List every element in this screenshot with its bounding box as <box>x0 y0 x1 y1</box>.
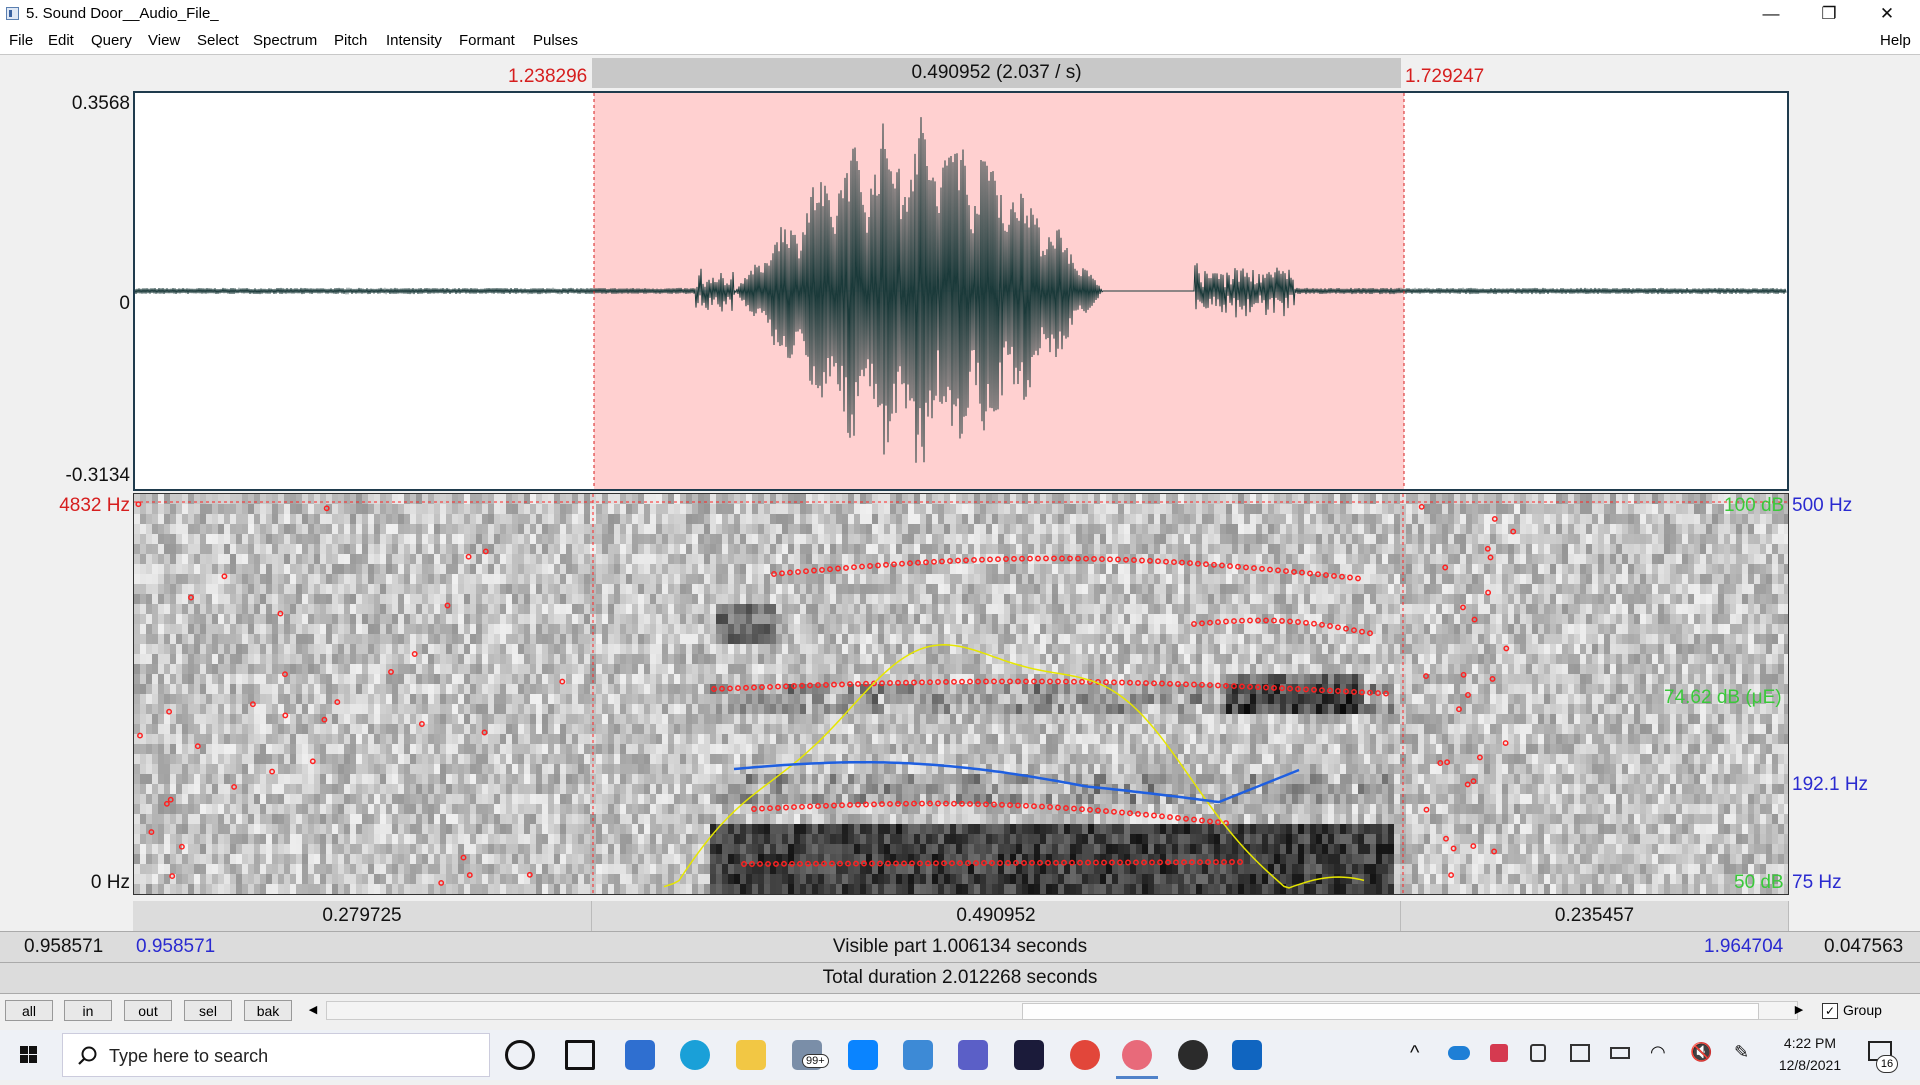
scroll-left-arrow-icon[interactable]: ◀ <box>304 1001 322 1020</box>
minimize-button[interactable]: — <box>1742 0 1800 28</box>
total-duration-label: Total duration 2.012268 seconds <box>0 963 1920 993</box>
cortana-icon[interactable] <box>505 1040 535 1070</box>
menu-formant[interactable]: Formant <box>459 32 515 49</box>
menu-edit[interactable]: Edit <box>48 32 74 49</box>
segment-right-duration[interactable]: 0.235457 <box>1401 901 1789 931</box>
windows-taskbar: Type here to search 99+ ^ ◠ 🔇 ✎ 4:22 PM … <box>0 1030 1920 1080</box>
chrome-icon[interactable] <box>1070 1040 1100 1070</box>
display-icon[interactable] <box>1570 1044 1590 1062</box>
waveform-y-min: -0.3134 <box>40 465 130 487</box>
zoom-back-button[interactable]: bak <box>244 1000 292 1021</box>
pen-icon[interactable]: ✎ <box>1734 1042 1749 1063</box>
intensity-top-label: 100 dB <box>1724 495 1784 517</box>
wifi-icon[interactable]: ◠ <box>1650 1042 1666 1063</box>
tray-time[interactable]: 4:22 PM <box>1770 1035 1850 1051</box>
restore-button[interactable]: ❐ <box>1800 0 1858 28</box>
menu-pitch[interactable]: Pitch <box>334 32 367 49</box>
scroll-right-arrow-icon[interactable]: ▶ <box>1790 1001 1808 1020</box>
menu-bar: File Edit Query View Select Spectrum Pit… <box>0 28 1920 54</box>
waveform-y-zero: 0 <box>40 293 130 315</box>
zoom-sel-button[interactable]: sel <box>184 1000 232 1021</box>
zoom-in-button[interactable]: in <box>64 1000 112 1021</box>
start-button[interactable] <box>0 1030 56 1080</box>
praat-icon[interactable] <box>1122 1040 1152 1070</box>
menu-file[interactable]: File <box>9 32 33 49</box>
dropbox-icon[interactable] <box>1490 1044 1508 1062</box>
visible-outer-right: 0.047563 <box>1824 932 1903 962</box>
spectrogram-graph <box>134 494 1788 894</box>
selection-start-time: 1.238296 <box>508 66 587 88</box>
outlook-icon[interactable] <box>1232 1040 1262 1070</box>
visible-part-label: Visible part 1.006134 seconds <box>0 932 1920 962</box>
spectrogram-panel[interactable] <box>133 493 1789 895</box>
remote-desktop-icon[interactable] <box>903 1040 933 1070</box>
intensity-bottom-label: 50 dB <box>1734 872 1784 894</box>
segment-left-duration[interactable]: 0.279725 <box>133 901 592 931</box>
usb-icon[interactable] <box>1530 1044 1546 1062</box>
window-title: 5. Sound Door__Audio_File_ <box>26 5 219 22</box>
mail-icon[interactable]: 99+ <box>792 1040 822 1070</box>
dreamweaver-icon[interactable] <box>1014 1040 1044 1070</box>
group-label: Group <box>1843 1002 1882 1018</box>
onedrive-icon[interactable] <box>1448 1046 1470 1060</box>
menu-pulses[interactable]: Pulses <box>533 32 578 49</box>
battery-icon[interactable] <box>1610 1047 1630 1059</box>
store-icon[interactable] <box>625 1040 655 1070</box>
media-player-icon[interactable] <box>1178 1040 1208 1070</box>
app-blue-icon[interactable] <box>848 1040 878 1070</box>
waveform-y-max: 0.3568 <box>40 93 130 115</box>
task-view-icon[interactable] <box>565 1040 595 1070</box>
selection-duration-label: 0.490952 (2.037 / s) <box>592 58 1401 88</box>
volume-muted-icon[interactable]: 🔇 <box>1690 1042 1712 1063</box>
file-explorer-icon[interactable] <box>736 1040 766 1070</box>
active-app-indicator <box>1116 1076 1158 1079</box>
notification-count-badge: 16 <box>1876 1055 1898 1073</box>
pitch-bottom-label: 75 Hz <box>1792 872 1842 894</box>
spectrogram-freq-max: 4832 Hz <box>30 495 130 517</box>
scrollbar-thumb[interactable] <box>1022 1003 1759 1020</box>
taskbar-search-box[interactable]: Type here to search <box>62 1033 490 1077</box>
menu-help[interactable]: Help <box>1880 32 1911 49</box>
visible-part-bar[interactable]: 0.958571 0.958571 Visible part 1.006134 … <box>0 931 1920 963</box>
tray-chevron-icon[interactable]: ^ <box>1410 1042 1419 1065</box>
pitch-top-label: 500 Hz <box>1792 495 1852 517</box>
menu-query[interactable]: Query <box>91 32 132 49</box>
search-placeholder: Type here to search <box>109 1046 268 1067</box>
mail-badge: 99+ <box>802 1054 829 1068</box>
title-bar: 5. Sound Door__Audio_File_ — ❐ ✕ <box>0 0 1920 28</box>
menu-spectrum[interactable]: Spectrum <box>253 32 317 49</box>
praat-app-icon <box>6 7 19 20</box>
menu-view[interactable]: View <box>148 32 180 49</box>
pitch-mid-label: 192.1 Hz <box>1792 774 1868 796</box>
visible-end-time: 1.964704 <box>1704 932 1783 962</box>
selection-duration-bar[interactable]: 0.490952 (2.037 / s) <box>592 58 1401 88</box>
search-icon <box>77 1045 99 1067</box>
zoom-out-button[interactable]: out <box>124 1000 172 1021</box>
waveform-panel[interactable] <box>133 91 1789 491</box>
selection-end-time: 1.729247 <box>1405 66 1484 88</box>
menu-select[interactable]: Select <box>197 32 239 49</box>
group-checkbox[interactable]: ✓ <box>1822 1003 1838 1019</box>
zoom-all-button[interactable]: all <box>5 1000 53 1021</box>
tray-date[interactable]: 12/8/2021 <box>1770 1057 1850 1073</box>
waveform-signal <box>135 117 1786 463</box>
intensity-mid-label: 74.62 dB (μE) <box>1664 687 1782 709</box>
spectrogram-freq-min: 0 Hz <box>30 872 130 894</box>
sound-editor: 1.238296 0.490952 (2.037 / s) 1.729247 0… <box>0 54 1920 1023</box>
teams-icon[interactable] <box>958 1040 988 1070</box>
bottom-toolbar: all in out sel bak ◀ ▶ ✓ Group <box>0 997 1920 1023</box>
spectrogram-texture <box>134 494 1788 894</box>
close-button[interactable]: ✕ <box>1858 0 1916 28</box>
segment-selection-duration[interactable]: 0.490952 <box>592 901 1401 931</box>
edge-icon[interactable] <box>680 1040 710 1070</box>
horizontal-scrollbar[interactable] <box>326 1001 1798 1020</box>
windows-logo-icon <box>0 1030 56 1080</box>
waveform-graph <box>135 93 1787 489</box>
menu-intensity[interactable]: Intensity <box>386 32 442 49</box>
total-duration-bar[interactable]: Total duration 2.012268 seconds <box>0 963 1920 994</box>
